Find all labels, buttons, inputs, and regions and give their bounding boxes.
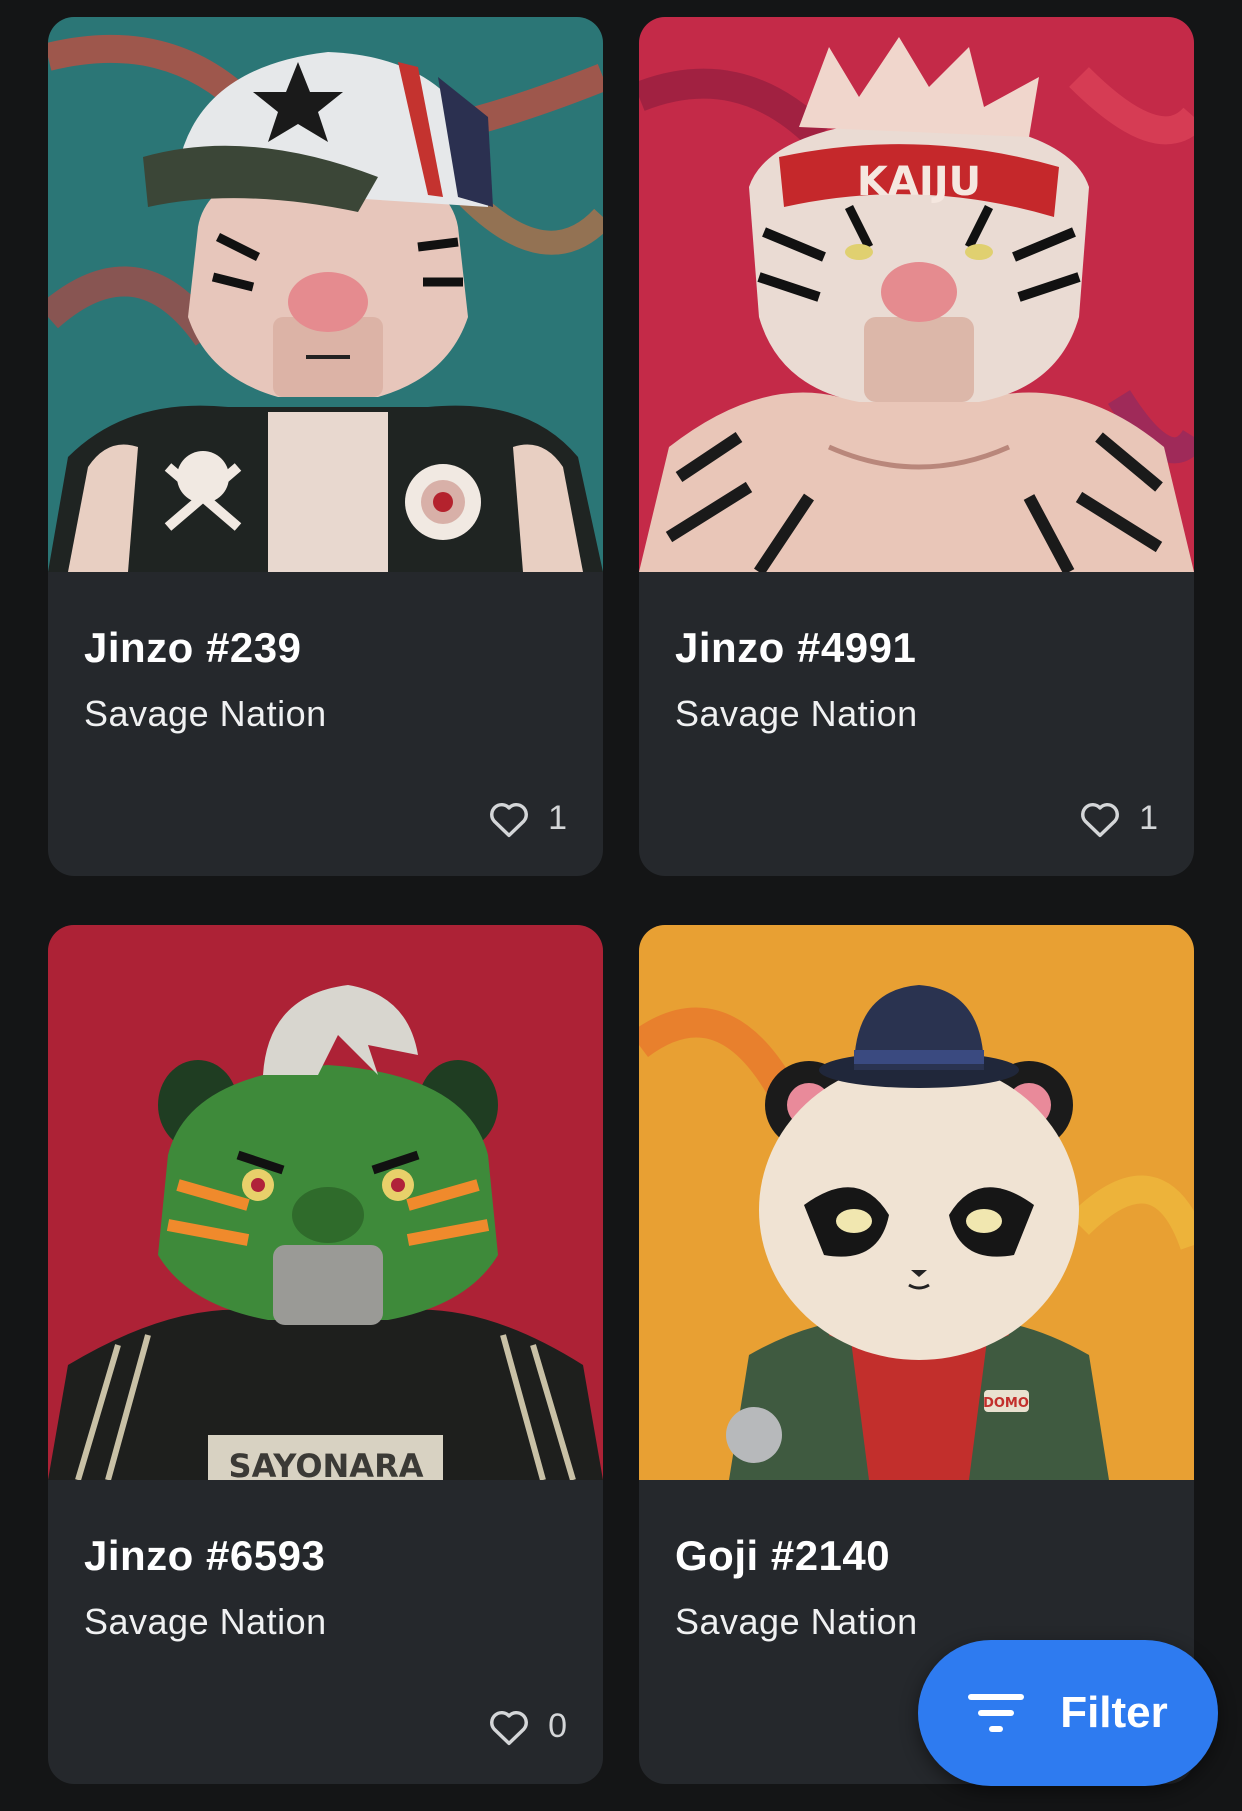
heart-icon: [1079, 800, 1121, 838]
nft-card[interactable]: Jinzo #239 Savage Nation 1: [48, 17, 603, 876]
nft-image-tiger-with-headband[interactable]: KAIJU: [639, 17, 1194, 572]
collection-name: Savage Nation: [675, 693, 918, 734]
heart-icon: [488, 800, 530, 838]
nft-title: Jinzo #4991: [675, 624, 917, 671]
collection-name: Savage Nation: [84, 693, 327, 734]
nft-image-green-tiger[interactable]: SAYONARA: [48, 925, 603, 1480]
like-button[interactable]: 1: [488, 799, 567, 838]
filter-icon: [968, 1692, 1025, 1734]
nft-title: Jinzo #239: [84, 624, 302, 671]
nft-grid: Jinzo #239 Savage Nation 1 KAIJU Jinzo #…: [48, 17, 1194, 1784]
filter-button[interactable]: Filter: [918, 1640, 1218, 1786]
headband-text: KAIJU: [857, 159, 981, 205]
nft-card[interactable]: KAIJU Jinzo #4991 Savage Nation 1: [639, 17, 1194, 876]
like-count: 0: [548, 1707, 567, 1745]
patch-text: DOMO: [983, 1396, 1029, 1411]
nft-title: Jinzo #6593: [84, 1532, 326, 1579]
like-button[interactable]: 1: [1079, 799, 1158, 838]
like-count: 1: [1139, 799, 1158, 837]
like-button[interactable]: 0: [488, 1707, 567, 1746]
shirt-text: SAYONARA: [229, 1447, 424, 1480]
collection-name: Savage Nation: [84, 1601, 327, 1642]
like-count: 1: [548, 799, 567, 837]
nft-title: Goji #2140: [675, 1532, 891, 1579]
heart-icon: [488, 1708, 530, 1746]
nft-image-panda-with-bowler-hat[interactable]: DOMO: [639, 925, 1194, 1480]
collection-name: Savage Nation: [675, 1601, 918, 1642]
nft-card[interactable]: SAYONARA Jinzo #6593 Savage Nation 0: [48, 925, 603, 1784]
filter-label: Filter: [1060, 1688, 1168, 1737]
nft-image-tiger-with-cap[interactable]: [48, 17, 603, 572]
